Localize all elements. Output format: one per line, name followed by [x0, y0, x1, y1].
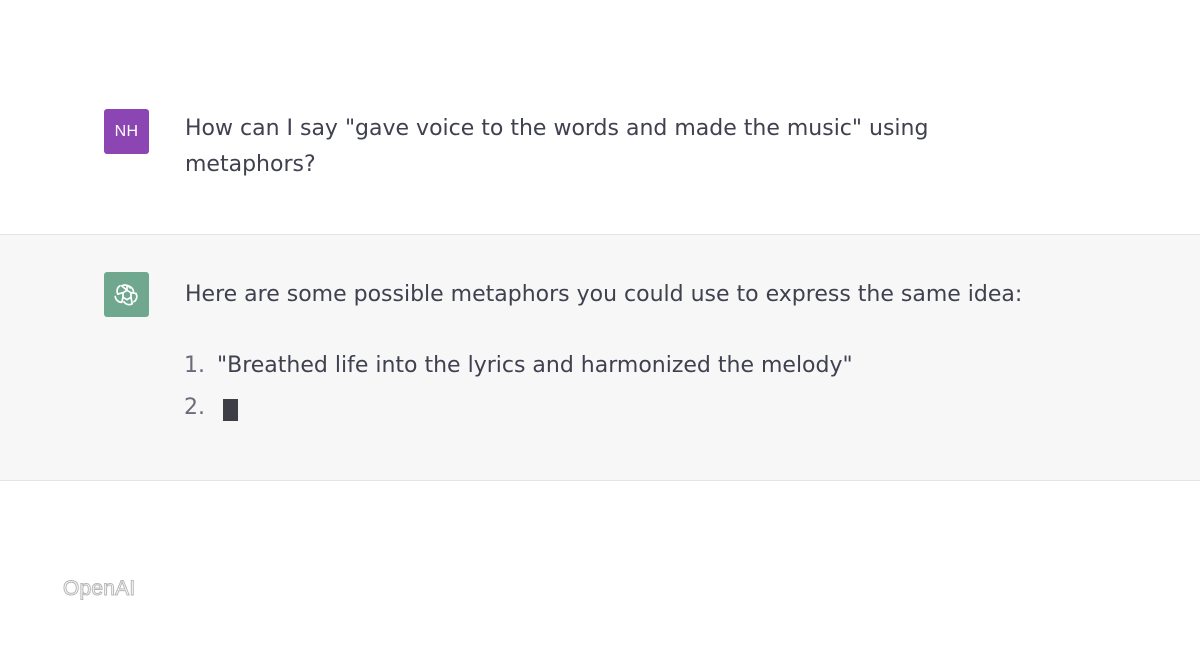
user-avatar-initials: NH: [114, 122, 139, 140]
typing-cursor-icon: [223, 398, 238, 421]
assistant-avatar: [104, 272, 149, 317]
list-item-text: "Breathed life into the lyrics and harmo…: [217, 353, 853, 378]
user-message-text: How can I say "gave voice to the words a…: [185, 116, 929, 177]
openai-logo-icon: [113, 283, 138, 305]
user-avatar: NH: [104, 109, 149, 154]
list-item: 2.: [184, 387, 1004, 429]
openai-watermark: OpenAI: [62, 577, 136, 601]
list-item: 1. "Breathed life into the lyrics and ha…: [184, 345, 1004, 387]
list-item-number: 1.: [184, 353, 205, 378]
assistant-intro-text: Here are some possible metaphors you cou…: [185, 282, 1023, 307]
assistant-message-row: Here are some possible metaphors you cou…: [0, 235, 1200, 481]
assistant-metaphor-list: 1. "Breathed life into the lyrics and ha…: [184, 345, 1004, 429]
user-message-row: NH How can I say "gave voice to the word…: [0, 0, 1200, 235]
list-item-number: 2.: [184, 395, 205, 420]
